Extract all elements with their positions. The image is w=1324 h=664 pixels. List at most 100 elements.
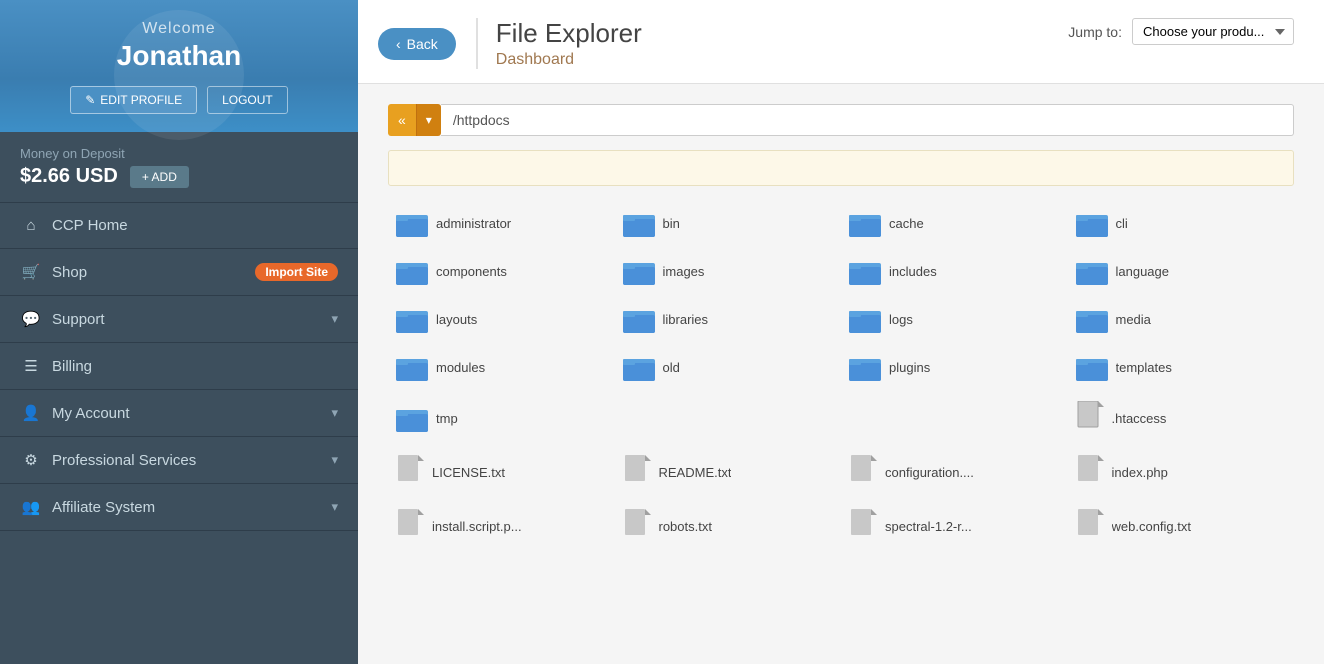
sidebar-item-affiliate-system[interactable]: 👥 Affiliate System ▾ [0,484,358,531]
sidebar-item-my-account[interactable]: 👤 My Account ▾ [0,390,358,437]
file-item[interactable]: spectral-1.2-r... [841,504,1068,548]
chevron-down-icon: ▾ [331,311,338,327]
folder-name: language [1116,264,1170,279]
folder-icon [623,305,655,333]
folder-icon [396,404,428,432]
path-input[interactable] [441,104,1294,136]
file-icon [623,455,651,489]
chat-icon: 💬 [20,310,42,328]
sidebar-item-professional-services[interactable]: ⚙ Professional Services ▾ [0,437,358,484]
folder-icon [396,257,428,285]
folder-item[interactable]: media [1068,300,1295,338]
folder-item[interactable]: includes [841,252,1068,290]
chevron-down-icon: ▾ [331,452,338,468]
path-bar: « ▾ [388,104,1294,136]
file-item[interactable]: .htaccess [1068,396,1295,440]
sidebar-item-label: My Account [52,405,331,422]
folder-name: includes [889,264,937,279]
folder-item[interactable]: logs [841,300,1068,338]
folder-name: images [663,264,705,279]
folder-name: logs [889,312,913,327]
sidebar-item-ccp-home[interactable]: ⌂ CCP Home [0,203,358,249]
header-left: ‹ Back File Explorer Dashboard [378,18,642,69]
file-name: install.script.p... [432,519,522,534]
info-bar [388,150,1294,186]
chevron-left-icon: ‹ [396,36,401,52]
sidebar-item-shop[interactable]: 🛒 Shop Import Site [0,249,358,296]
logout-button[interactable]: LOGOUT [207,86,288,114]
folder-item[interactable]: modules [388,348,615,386]
folder-icon [396,209,428,237]
path-back-button[interactable]: « [388,104,416,136]
jump-to-row: Jump to: Choose your produ... [1068,18,1294,45]
folder-item[interactable]: bin [615,204,842,242]
folder-name: old [663,360,680,375]
file-icon [623,509,651,543]
explorer-body: « ▾ administrator bin cache cli [358,84,1324,664]
file-item[interactable]: README.txt [615,450,842,494]
file-name: robots.txt [659,519,712,534]
folder-item[interactable]: language [1068,252,1295,290]
folder-icon [849,257,881,285]
folder-item[interactable]: administrator [388,204,615,242]
edit-profile-button[interactable]: ✎ EDIT PROFILE [70,86,197,114]
folder-item[interactable]: images [615,252,842,290]
folder-item[interactable]: libraries [615,300,842,338]
file-item[interactable]: index.php [1068,450,1295,494]
folder-name: modules [436,360,485,375]
folder-item[interactable]: components [388,252,615,290]
file-icon [849,455,877,489]
file-name: configuration.... [885,465,974,480]
folder-icon [1076,209,1108,237]
folder-icon [623,353,655,381]
file-item[interactable]: install.script.p... [388,504,615,548]
money-section: Money on Deposit $2.66 USD + ADD [0,132,358,203]
page-subtitle: Dashboard [496,51,642,69]
file-item[interactable]: configuration.... [841,450,1068,494]
billing-icon: ☰ [20,357,42,375]
file-item[interactable]: LICENSE.txt [388,450,615,494]
sidebar-item-label: Affiliate System [52,499,331,516]
file-name: README.txt [659,465,732,480]
folder-item[interactable]: templates [1068,348,1295,386]
money-row: $2.66 USD + ADD [20,165,338,188]
sidebar-item-support[interactable]: 💬 Support ▾ [0,296,358,343]
folder-item[interactable]: tmp [388,396,615,440]
file-icon [1076,509,1104,543]
back-button[interactable]: ‹ Back [378,28,456,60]
add-funds-button[interactable]: + ADD [130,166,189,188]
main-content: ‹ Back File Explorer Dashboard Jump to: … [358,0,1324,664]
folder-icon [849,353,881,381]
sidebar-item-billing[interactable]: ☰ Billing [0,343,358,390]
jump-to-select[interactable]: Choose your produ... [1132,18,1294,45]
sidebar: Welcome Jonathan ✎ EDIT PROFILE LOGOUT M… [0,0,358,664]
path-dropdown-button[interactable]: ▾ [416,104,441,136]
file-item[interactable]: robots.txt [615,504,842,548]
sidebar-header: Welcome Jonathan ✎ EDIT PROFILE LOGOUT [0,0,358,132]
file-icon [396,509,424,543]
folder-item[interactable]: cli [1068,204,1295,242]
file-item[interactable]: web.config.txt [1068,504,1295,548]
gear-icon: ⚙ [20,451,42,469]
folder-icon [396,353,428,381]
folder-item[interactable]: cache [841,204,1068,242]
home-icon: ⌂ [20,217,42,234]
file-name: spectral-1.2-r... [885,519,972,534]
sidebar-item-label: Shop [52,264,255,281]
folder-item[interactable]: layouts [388,300,615,338]
sidebar-item-label: Professional Services [52,452,331,469]
folder-item[interactable]: plugins [841,348,1068,386]
cart-icon: 🛒 [20,263,42,281]
page-title: File Explorer [496,18,642,49]
file-name: index.php [1112,465,1168,480]
folder-icon [1076,257,1108,285]
folder-icon [623,209,655,237]
money-label: Money on Deposit [20,146,338,161]
folder-name: layouts [436,312,477,327]
folder-name: cache [889,216,924,231]
folder-name: media [1116,312,1151,327]
folder-name: libraries [663,312,709,327]
folder-icon [849,305,881,333]
folder-item[interactable]: old [615,348,842,386]
folder-name: tmp [436,411,458,426]
